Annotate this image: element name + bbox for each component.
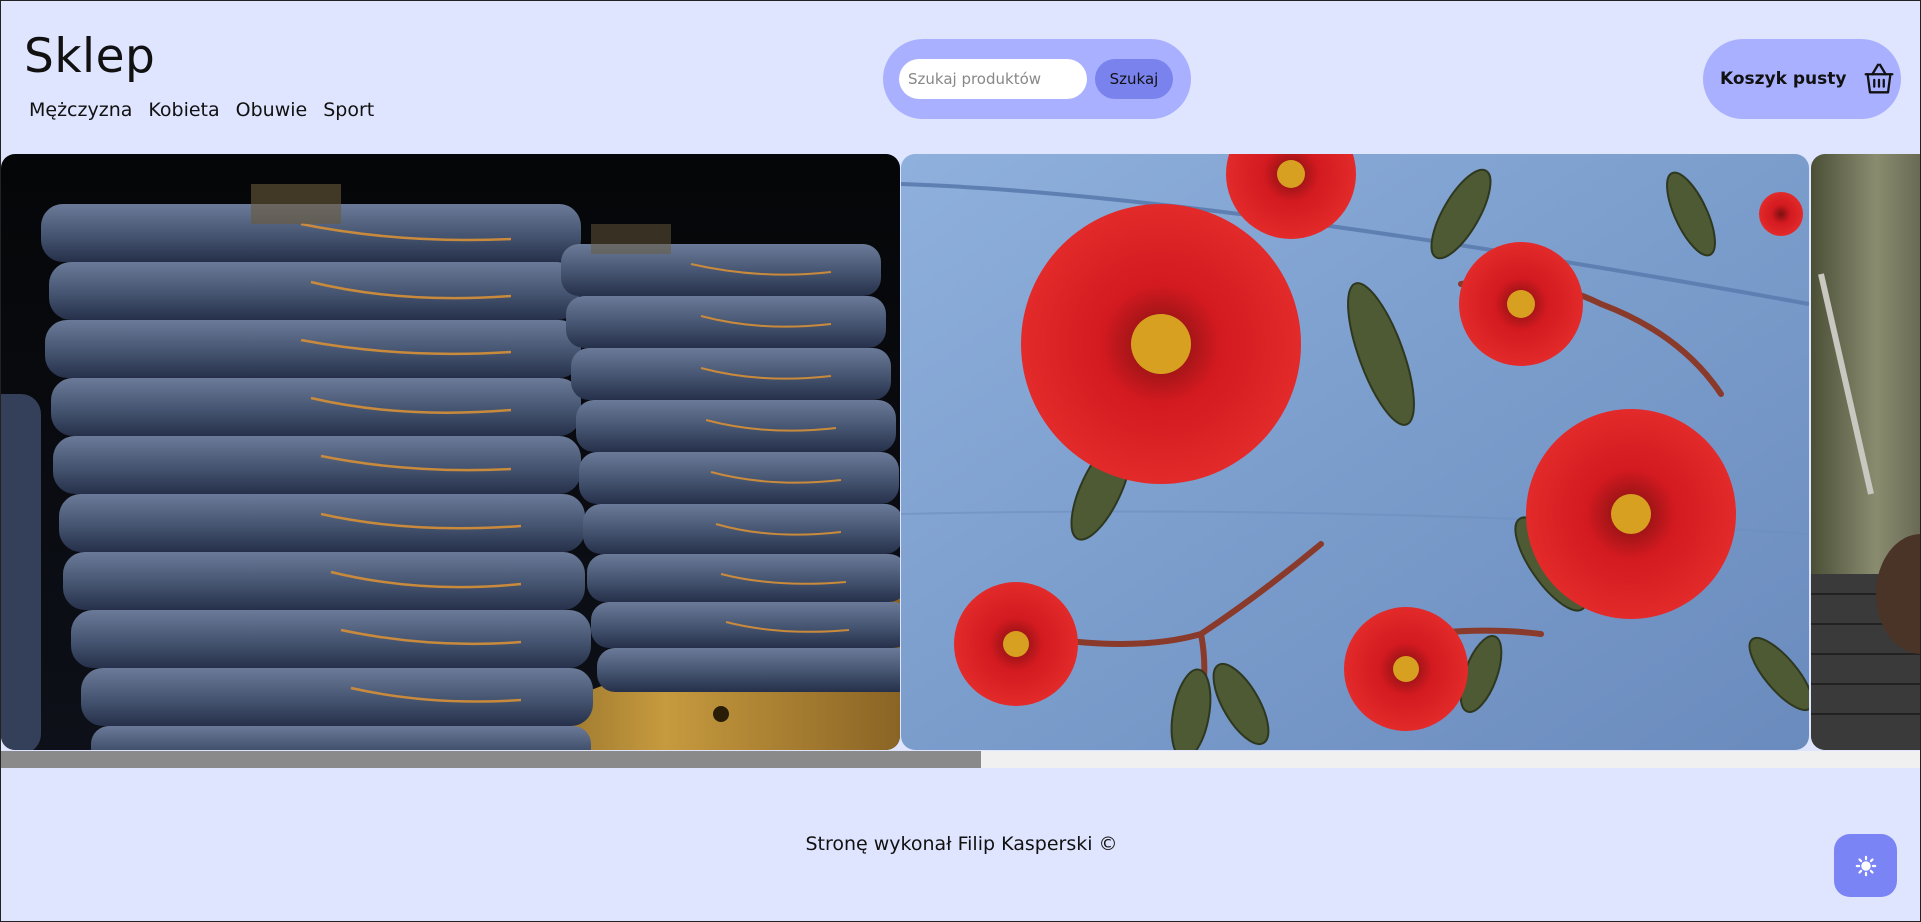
cart-button[interactable]: Koszyk pusty xyxy=(1703,39,1901,119)
scrollbar-thumb[interactable] xyxy=(1,751,981,768)
nav-item-sport[interactable]: Sport xyxy=(323,99,374,121)
carousel-slide-poppies[interactable] xyxy=(901,154,1809,750)
carousel-slide-machine[interactable] xyxy=(1811,154,1920,750)
category-nav: Mężczyzna Kobieta Obuwie Sport xyxy=(29,99,374,121)
carousel-slide-jeans[interactable] xyxy=(1,154,900,750)
image-carousel[interactable] xyxy=(1,154,1920,750)
nav-item-kobieta[interactable]: Kobieta xyxy=(148,99,219,121)
cart-status-label: Koszyk pusty xyxy=(1720,69,1847,89)
footer-credit: Stronę wykonał Filip Kasperski © xyxy=(805,833,1118,855)
carousel-scrollbar[interactable] xyxy=(1,751,1920,768)
search-input[interactable] xyxy=(899,59,1087,99)
sun-icon xyxy=(1855,855,1876,876)
page: Sklep Mężczyzna Kobieta Obuwie Sport Szu… xyxy=(0,0,1921,922)
machine-image xyxy=(1811,154,1920,750)
poppies-image xyxy=(901,154,1809,750)
site-logo[interactable]: Sklep xyxy=(24,33,155,80)
nav-item-obuwie[interactable]: Obuwie xyxy=(236,99,308,121)
search-button[interactable]: Szukaj xyxy=(1095,59,1173,99)
search-bar: Szukaj xyxy=(883,39,1191,119)
jeans-image xyxy=(1,154,900,750)
basket-icon xyxy=(1865,63,1894,94)
theme-toggle-button[interactable] xyxy=(1834,834,1897,897)
nav-item-mezczyzna[interactable]: Mężczyzna xyxy=(29,99,132,121)
